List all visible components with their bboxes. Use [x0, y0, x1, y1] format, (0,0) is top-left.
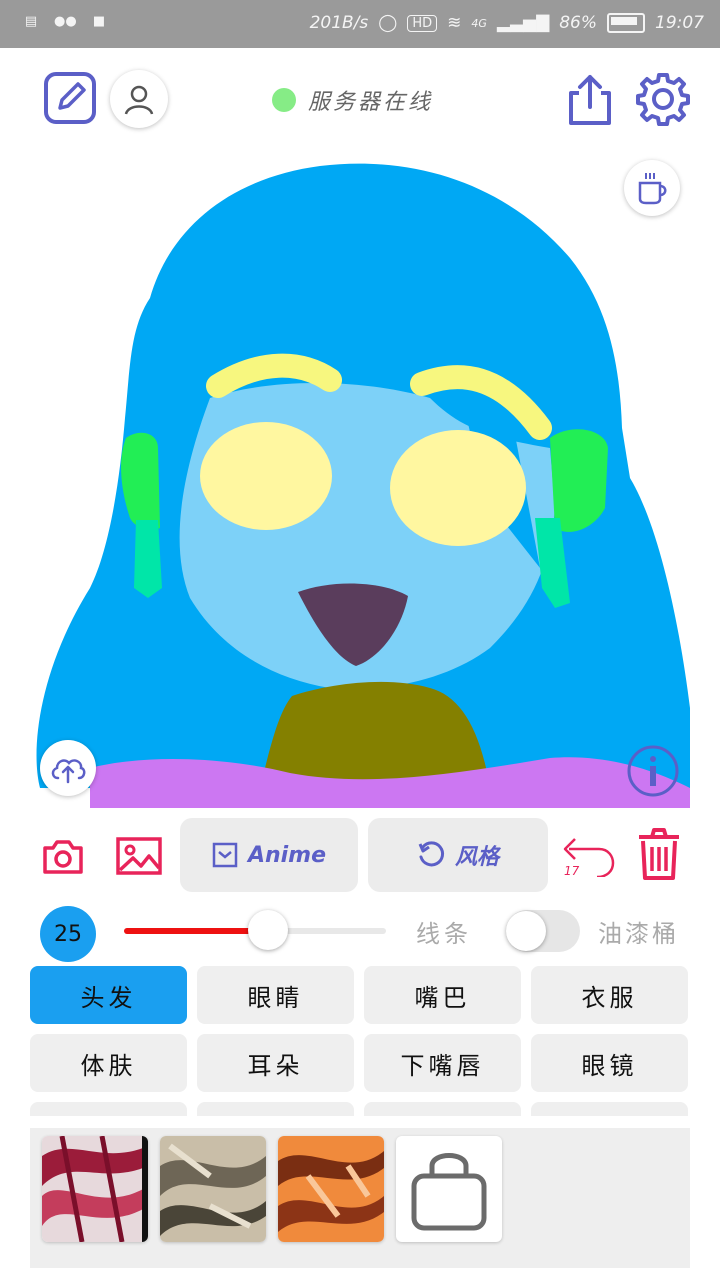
clock: 19:07: [655, 13, 704, 33]
notification-icons: ▤ ●● ■: [20, 12, 110, 32]
app-notification-icon: ▤: [24, 14, 38, 29]
texture-image: [278, 1136, 384, 1242]
line-label: 线条: [416, 920, 472, 948]
slider-fill: [124, 928, 269, 934]
edit-icon: [44, 72, 96, 124]
brush-size-slider[interactable]: [124, 910, 386, 950]
wifi-icon: ≋: [447, 13, 462, 33]
rotate-icon: [418, 841, 445, 867]
info-icon: [627, 745, 679, 797]
toggle-knob: [506, 911, 546, 951]
style-label: 风格: [454, 845, 499, 870]
server-status-label: 服务器在线: [308, 90, 434, 115]
left-eye: [200, 422, 332, 530]
data-saver-icon: ◯: [378, 13, 398, 33]
texture-swatch[interactable]: [278, 1136, 384, 1242]
coffee-icon: [638, 173, 667, 205]
bucket-label: 油漆桶: [598, 920, 679, 948]
cloud-upload-icon: [51, 759, 86, 784]
delete-button[interactable]: [634, 826, 684, 882]
part-button[interactable]: 体肤: [30, 1034, 187, 1092]
checkbox-icon: [212, 842, 238, 868]
texture-image: [42, 1136, 148, 1242]
brush-size-badge: 25: [40, 906, 96, 962]
share-icon: [569, 75, 611, 125]
signal-icon: ▂▃▅▇: [496, 13, 550, 33]
undo-count: 17: [564, 864, 580, 878]
image-icon: [116, 837, 162, 875]
camera-button[interactable]: [40, 834, 86, 878]
upload-button[interactable]: [40, 740, 96, 796]
status-right: 201B/s ◯ HD ≋ 4G ▂▃▅▇ 86% 19:07: [310, 13, 704, 33]
trash-icon: [639, 828, 679, 880]
part-button[interactable]: 耳朵: [197, 1034, 354, 1092]
shop-button[interactable]: [396, 1136, 502, 1242]
edit-button[interactable]: [40, 68, 100, 128]
part-button-hidden[interactable]: [364, 1102, 521, 1116]
user-icon: [124, 85, 154, 115]
share-button[interactable]: [562, 70, 618, 128]
battery-icon: [607, 13, 645, 33]
network-speed: 201B/s: [309, 13, 369, 33]
part-button[interactable]: 衣服: [531, 966, 688, 1024]
part-button-hidden[interactable]: [30, 1102, 187, 1116]
anime-label: Anime: [247, 842, 327, 868]
texture-swatch[interactable]: [42, 1136, 148, 1242]
network-type: 4G: [471, 16, 487, 30]
right-eye: [390, 430, 526, 546]
part-button[interactable]: 眼镜: [531, 1034, 688, 1092]
camera-icon: [43, 840, 83, 874]
status-dot: [272, 88, 296, 112]
bucket-toggle[interactable]: [506, 910, 580, 952]
part-button[interactable]: 头发: [30, 966, 187, 1024]
part-selector: 头发 眼睛 嘴巴 衣服体肤 耳朵 下嘴唇 眼镜: [30, 966, 690, 1116]
battery-percent: 86%: [559, 13, 597, 33]
hd-badge: HD: [407, 14, 438, 32]
part-button-hidden[interactable]: [531, 1102, 688, 1116]
sketch-drawing: [36, 163, 690, 808]
right-ear: [550, 429, 608, 532]
gear-icon: [636, 73, 690, 126]
shopping-bag-icon: [411, 1153, 487, 1231]
part-button[interactable]: 嘴巴: [364, 966, 521, 1024]
drawing-canvas[interactable]: [30, 148, 690, 808]
info-button[interactable]: [626, 744, 680, 798]
part-button[interactable]: 眼睛: [197, 966, 354, 1024]
coffee-button[interactable]: [624, 160, 680, 216]
app-robot-icon: ■: [92, 14, 106, 29]
anime-mode-button[interactable]: Anime: [180, 818, 358, 892]
wechat-icon: ●●: [54, 14, 77, 29]
left-earring: [134, 520, 162, 598]
part-button[interactable]: 下嘴唇: [364, 1034, 521, 1092]
server-status: 服务器在线: [272, 84, 433, 116]
texture-bar: [30, 1128, 690, 1268]
settings-button[interactable]: [634, 70, 692, 128]
texture-swatch[interactable]: [160, 1136, 266, 1242]
status-bar: ▤ ●● ■ 201B/s ◯ HD ≋ 4G ▂▃▅▇ 86% 19:07: [0, 0, 720, 48]
slider-thumb[interactable]: [248, 910, 289, 950]
undo-button[interactable]: 17: [560, 828, 616, 882]
texture-image: [160, 1136, 266, 1242]
profile-button[interactable]: [110, 70, 168, 128]
gallery-button[interactable]: [114, 834, 164, 878]
part-button-hidden[interactable]: [197, 1102, 354, 1116]
style-button[interactable]: 风格: [368, 818, 548, 892]
